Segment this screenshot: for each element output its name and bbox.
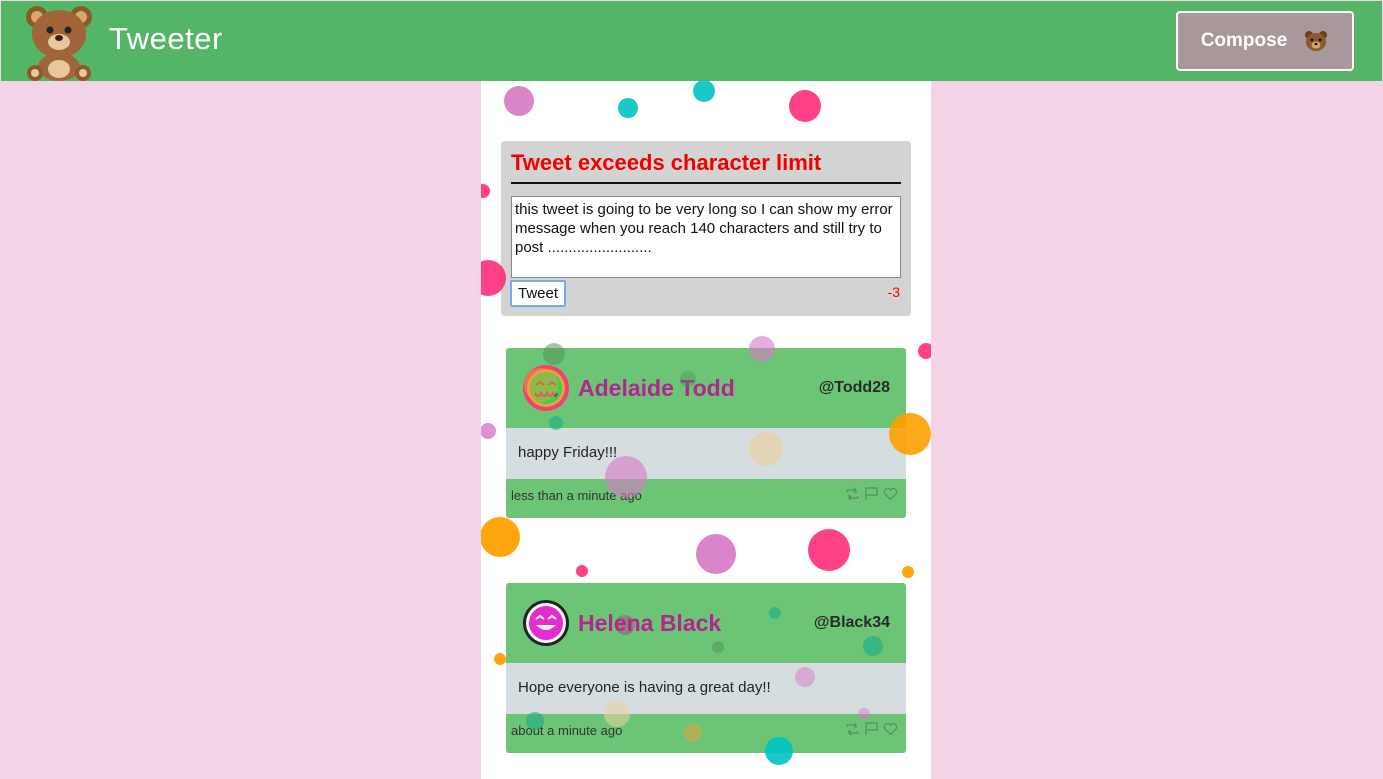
tweet-timestamp: less than a minute ago (511, 488, 642, 503)
tweet-card: Adelaide Todd @Todd28 happy Friday!!! le… (506, 348, 906, 518)
heart-icon[interactable] (883, 722, 898, 736)
avatar (523, 365, 569, 411)
tweet-header: Adelaide Todd @Todd28 (506, 348, 906, 428)
heart-icon[interactable] (883, 487, 898, 501)
tweet-content: happy Friday!!! (506, 428, 906, 479)
retweet-icon[interactable] (845, 487, 860, 501)
tweet-actions (845, 722, 898, 736)
tweet-content: Hope everyone is having a great day!! (506, 663, 906, 714)
flag-icon[interactable] (864, 487, 879, 501)
tweet-author-name[interactable]: Helena Black (578, 610, 721, 637)
tweet-card: Helena Black @Black34 Hope everyone is h… (506, 583, 906, 753)
feed-column: Tweet exceeds character limit Tweet -3 A… (481, 81, 931, 779)
tweet-timestamp: about a minute ago (511, 723, 623, 738)
tweet-author-name[interactable]: Adelaide Todd (578, 375, 735, 402)
tweet-actions (845, 487, 898, 501)
error-message: Tweet exceeds character limit (511, 150, 901, 184)
retweet-icon[interactable] (845, 722, 860, 736)
compose-label: Compose (1200, 30, 1288, 51)
tweet-footer: about a minute ago (506, 714, 906, 753)
bear-logo-icon (26, 6, 92, 81)
new-tweet-panel: Tweet exceeds character limit Tweet -3 (501, 141, 911, 316)
tweet-text-input[interactable] (511, 196, 901, 278)
flag-icon[interactable] (864, 722, 879, 736)
tweet-author-handle[interactable]: @Todd28 (819, 379, 890, 397)
tweet-submit-button[interactable]: Tweet (510, 280, 566, 307)
top-nav-bar: Tweeter Compose (1, 1, 1382, 81)
bear-emoji-icon (1305, 31, 1328, 51)
tweet-author-handle[interactable]: @Black34 (814, 614, 890, 632)
tweet-footer: less than a minute ago (506, 479, 906, 518)
app-title: Tweeter (109, 21, 223, 56)
tweet-header: Helena Black @Black34 (506, 583, 906, 663)
compose-button[interactable]: Compose (1176, 11, 1354, 71)
avatar (523, 600, 569, 646)
character-counter: -3 (887, 284, 900, 300)
